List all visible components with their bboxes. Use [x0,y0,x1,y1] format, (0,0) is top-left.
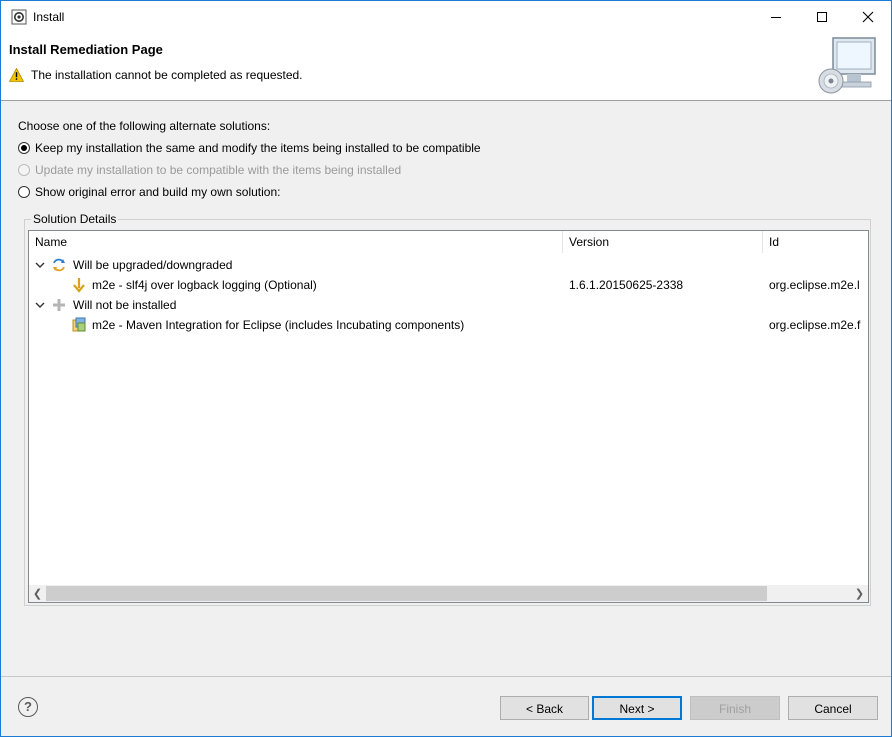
title-bar: Install [1,1,891,33]
row-version: 1.6.1.20150625-2338 [569,278,684,292]
radio-button[interactable] [18,186,30,198]
option-keep-installation[interactable]: Keep my installation the same and modify… [18,140,481,156]
row-name: m2e - slf4j over logback logging (Option… [92,278,317,292]
chevron-down-icon[interactable] [35,301,45,309]
solution-details-label: Solution Details [31,212,119,226]
horizontal-scrollbar[interactable]: ❮ ❯ [29,585,868,602]
window-title: Install [33,10,65,24]
row-name: Will not be installed [73,298,177,312]
close-icon [862,11,874,23]
close-button[interactable] [845,1,891,33]
radio-button-checked[interactable] [18,142,30,154]
scroll-left-icon[interactable]: ❮ [29,585,46,602]
wizard-footer: ? < Back Next > Finish Cancel [1,676,891,736]
not-installed-icon [53,299,65,311]
status-message: The installation cannot be completed as … [31,68,303,82]
solution-details-group: Solution Details Name Version Id Will be… [24,212,871,606]
tree-row[interactable]: m2e - Maven Integration for Eclipse (inc… [29,315,868,335]
row-id: org.eclipse.m2e.f [769,318,861,332]
row-name: Will be upgraded/downgraded [73,258,233,272]
page-title: Install Remediation Page [9,42,163,57]
radio-button-disabled [18,164,30,176]
option-show-original-error[interactable]: Show original error and build my own sol… [18,184,280,200]
maximize-button[interactable] [799,1,845,33]
minimize-button[interactable] [753,1,799,33]
solution-details-tree[interactable]: Name Version Id Will be upgraded/downgra… [28,230,869,603]
downgrade-arrow-icon [73,278,85,293]
wizard-header: Install Remediation Page The installatio… [1,33,891,101]
tree-row[interactable]: m2e - slf4j over logback logging (Option… [29,275,868,295]
scrollbar-thumb[interactable] [46,586,767,601]
option-keep-label: Keep my installation the same and modify… [35,141,481,155]
cancel-button[interactable]: Cancel [788,696,878,720]
column-header-id[interactable]: Id [763,231,868,253]
maximize-icon [817,12,827,22]
install-computer-banner-icon [818,37,876,94]
back-button[interactable]: < Back [500,696,589,720]
row-name: m2e - Maven Integration for Eclipse (inc… [92,318,465,332]
scroll-right-icon[interactable]: ❯ [851,585,868,602]
next-button[interactable]: Next > [592,696,682,720]
minimize-icon [771,17,781,18]
install-window: Install Install Remediation Page The ins… [0,0,892,737]
choose-solution-label: Choose one of the following alternate so… [18,119,271,133]
feature-icon [72,317,86,332]
help-icon[interactable]: ? [18,697,38,717]
eclipse-app-icon [11,9,27,25]
option-show-error-label: Show original error and build my own sol… [35,185,281,199]
row-id: org.eclipse.m2e.l [769,278,860,292]
upgrade-icon [53,258,65,272]
column-header-name[interactable]: Name [29,231,563,253]
finish-button: Finish [690,696,780,720]
wizard-content: Choose one of the following alternate so… [1,101,891,676]
column-header-version[interactable]: Version [563,231,763,253]
option-update-installation: Update my installation to be compatible … [18,162,401,178]
warning-icon [9,68,24,82]
chevron-down-icon[interactable] [35,261,45,269]
option-update-label: Update my installation to be compatible … [35,163,402,177]
tree-row[interactable]: Will be upgraded/downgraded [29,255,868,275]
tree-row[interactable]: Will not be installed [29,295,868,315]
